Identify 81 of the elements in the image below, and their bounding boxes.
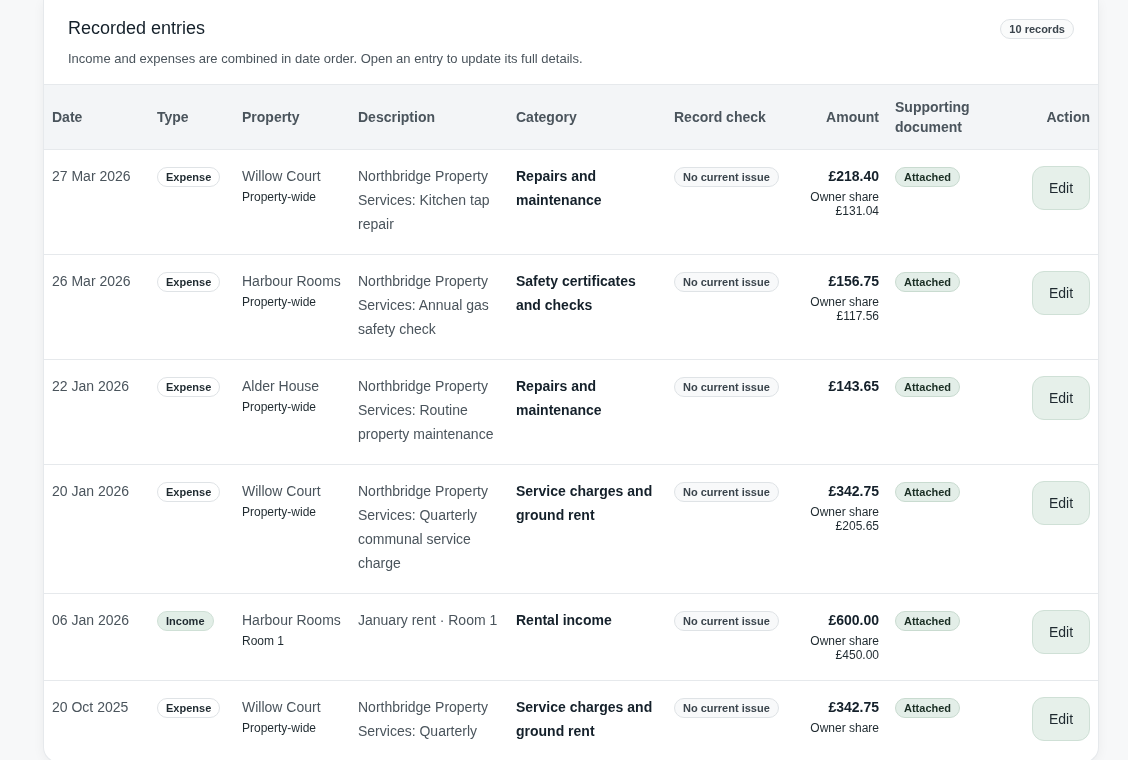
property-name: Willow Court <box>242 167 321 185</box>
column-header: Description <box>358 109 435 125</box>
owner-share-label: Owner share <box>810 721 879 735</box>
type-badge: Expense <box>157 167 221 187</box>
description-cell-text: January rent · Room 1 <box>358 611 498 630</box>
column-header: Supporting document <box>895 99 970 135</box>
owner-share-amount: £117.56 <box>836 309 879 323</box>
column-header: Record check <box>674 109 766 125</box>
property-unit: Property-wide <box>242 505 317 519</box>
property-unit: Property-wide <box>242 295 317 309</box>
owner-share-label: Owner share <box>810 505 879 519</box>
owner-share-label: Owner share <box>810 634 879 648</box>
date-cell: 26 Mar 2026 <box>52 272 131 290</box>
property-name: Harbour Rooms <box>242 611 341 629</box>
category-cell-text: Repairs and maintenance <box>516 377 603 420</box>
record-check-badge: No current issue <box>674 167 779 187</box>
amount-cell: £342.75 <box>828 482 879 500</box>
type-badge: Income <box>157 611 214 631</box>
type-badge: Expense <box>157 272 221 292</box>
document-status-badge: Attached <box>895 611 961 631</box>
edit-button[interactable]: Edit <box>1032 610 1090 654</box>
column-header: Category <box>516 109 577 125</box>
property-unit: Property-wide <box>242 400 317 414</box>
document-status-badge: Attached <box>895 272 961 292</box>
property-name: Harbour Rooms <box>242 272 341 290</box>
type-badge: Expense <box>157 482 221 502</box>
type-badge: Expense <box>157 698 221 718</box>
property-unit: Room 1 <box>242 634 285 648</box>
description-cell-text: Northbridge Property Services: Annual gas safety check <box>358 272 490 339</box>
property-unit: Property-wide <box>242 190 317 204</box>
property-unit: Property-wide <box>242 721 317 735</box>
date-cell: 27 Mar 2026 <box>52 167 131 185</box>
category-cell-text: Service charges and ground rent <box>516 698 654 741</box>
amount-cell: £342.75 <box>828 698 879 716</box>
property-name: Willow Court <box>242 482 321 500</box>
date-cell: 20 Jan 2026 <box>52 482 130 500</box>
owner-share-amount: £205.65 <box>835 519 879 533</box>
document-status-badge: Attached <box>895 377 961 397</box>
date-cell: 20 Oct 2025 <box>52 698 129 716</box>
description-cell-text: Northbridge Property Services: Routine property maintenance <box>358 377 495 444</box>
date-cell: 22 Jan 2026 <box>52 377 130 395</box>
document-status-badge: Attached <box>895 698 961 718</box>
category-cell-text: Rental income <box>516 611 612 630</box>
owner-share-label: Owner share <box>810 190 879 204</box>
record-check-badge: No current issue <box>674 272 779 292</box>
record-count-badge: 10 records <box>1000 18 1074 39</box>
date-cell: 06 Jan 2026 <box>52 611 130 629</box>
column-header: Date <box>52 109 83 125</box>
description-cell-text: Northbridge Property Services: Quarterly <box>358 698 489 741</box>
edit-button[interactable]: Edit <box>1032 166 1090 210</box>
edit-button[interactable]: Edit <box>1032 481 1090 525</box>
description-cell-text: Northbridge Property Services: Kitchen tap repair <box>358 167 491 234</box>
section-title: Recorded entries <box>68 18 206 39</box>
column-header: Amount <box>826 109 879 125</box>
property-name: Alder House <box>242 377 320 395</box>
owner-share-amount: £450.00 <box>835 648 879 662</box>
amount-cell: £156.75 <box>828 272 879 290</box>
category-cell-text: Safety certificates and checks <box>516 272 637 315</box>
document-status-badge: Attached <box>895 482 961 502</box>
record-check-badge: No current issue <box>674 611 779 631</box>
record-check-badge: No current issue <box>674 377 779 397</box>
amount-cell: £600.00 <box>828 611 879 629</box>
owner-share-label: Owner share <box>810 295 879 309</box>
category-cell-text: Service charges and ground rent <box>516 482 654 525</box>
property-name: Willow Court <box>242 698 321 716</box>
description-cell-text: Northbridge Property Services: Quarterly communal service charge <box>358 482 489 573</box>
owner-share-amount: £131.04 <box>835 204 879 218</box>
record-check-badge: No current issue <box>674 482 779 502</box>
edit-button[interactable]: Edit <box>1032 697 1090 741</box>
column-header: Type <box>157 109 189 125</box>
amount-cell: £143.65 <box>828 377 879 395</box>
edit-button[interactable]: Edit <box>1032 271 1090 315</box>
amount-cell: £218.40 <box>828 167 879 185</box>
column-header: Action <box>1046 109 1090 125</box>
type-badge: Expense <box>157 377 221 397</box>
edit-button[interactable]: Edit <box>1032 376 1090 420</box>
column-header: Property <box>242 109 300 125</box>
section-description: Income and expenses are combined in date order. Open an entry to update its full details. <box>68 51 584 66</box>
record-check-badge: No current issue <box>674 698 779 718</box>
document-status-badge: Attached <box>895 167 961 187</box>
category-cell-text: Repairs and maintenance <box>516 167 603 210</box>
